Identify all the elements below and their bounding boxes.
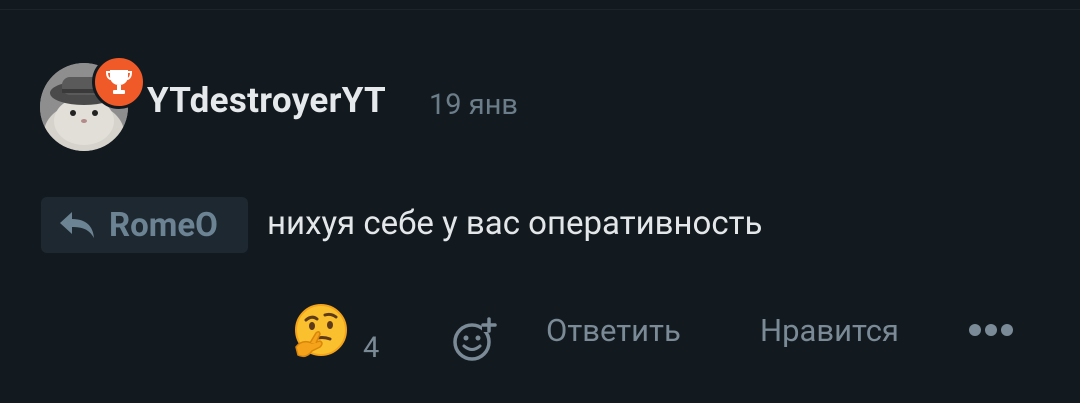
reply-arrow-icon <box>60 212 94 238</box>
comment-date: 19 янв <box>429 88 519 122</box>
reaction-button[interactable] <box>292 303 350 361</box>
author-name[interactable]: YTdestroyerYT <box>147 80 386 121</box>
more-options-button[interactable] <box>968 318 1014 342</box>
trophy-icon <box>106 70 132 94</box>
reaction-count: 4 <box>363 331 380 365</box>
more-dots-icon <box>969 324 1013 336</box>
thinking-face-icon <box>295 304 347 358</box>
like-button[interactable]: Нравится <box>760 312 899 349</box>
reply-button[interactable]: Ответить <box>546 312 681 349</box>
divider <box>0 9 1080 10</box>
add-emoji-icon <box>453 317 497 361</box>
reply-to-name: RomeO <box>109 205 218 245</box>
add-reaction-button[interactable] <box>452 316 498 362</box>
reply-reference[interactable]: RomeO <box>41 197 248 253</box>
trophy-badge <box>92 55 146 109</box>
comment-text: нихуя себе у вас оперативность <box>267 204 763 243</box>
